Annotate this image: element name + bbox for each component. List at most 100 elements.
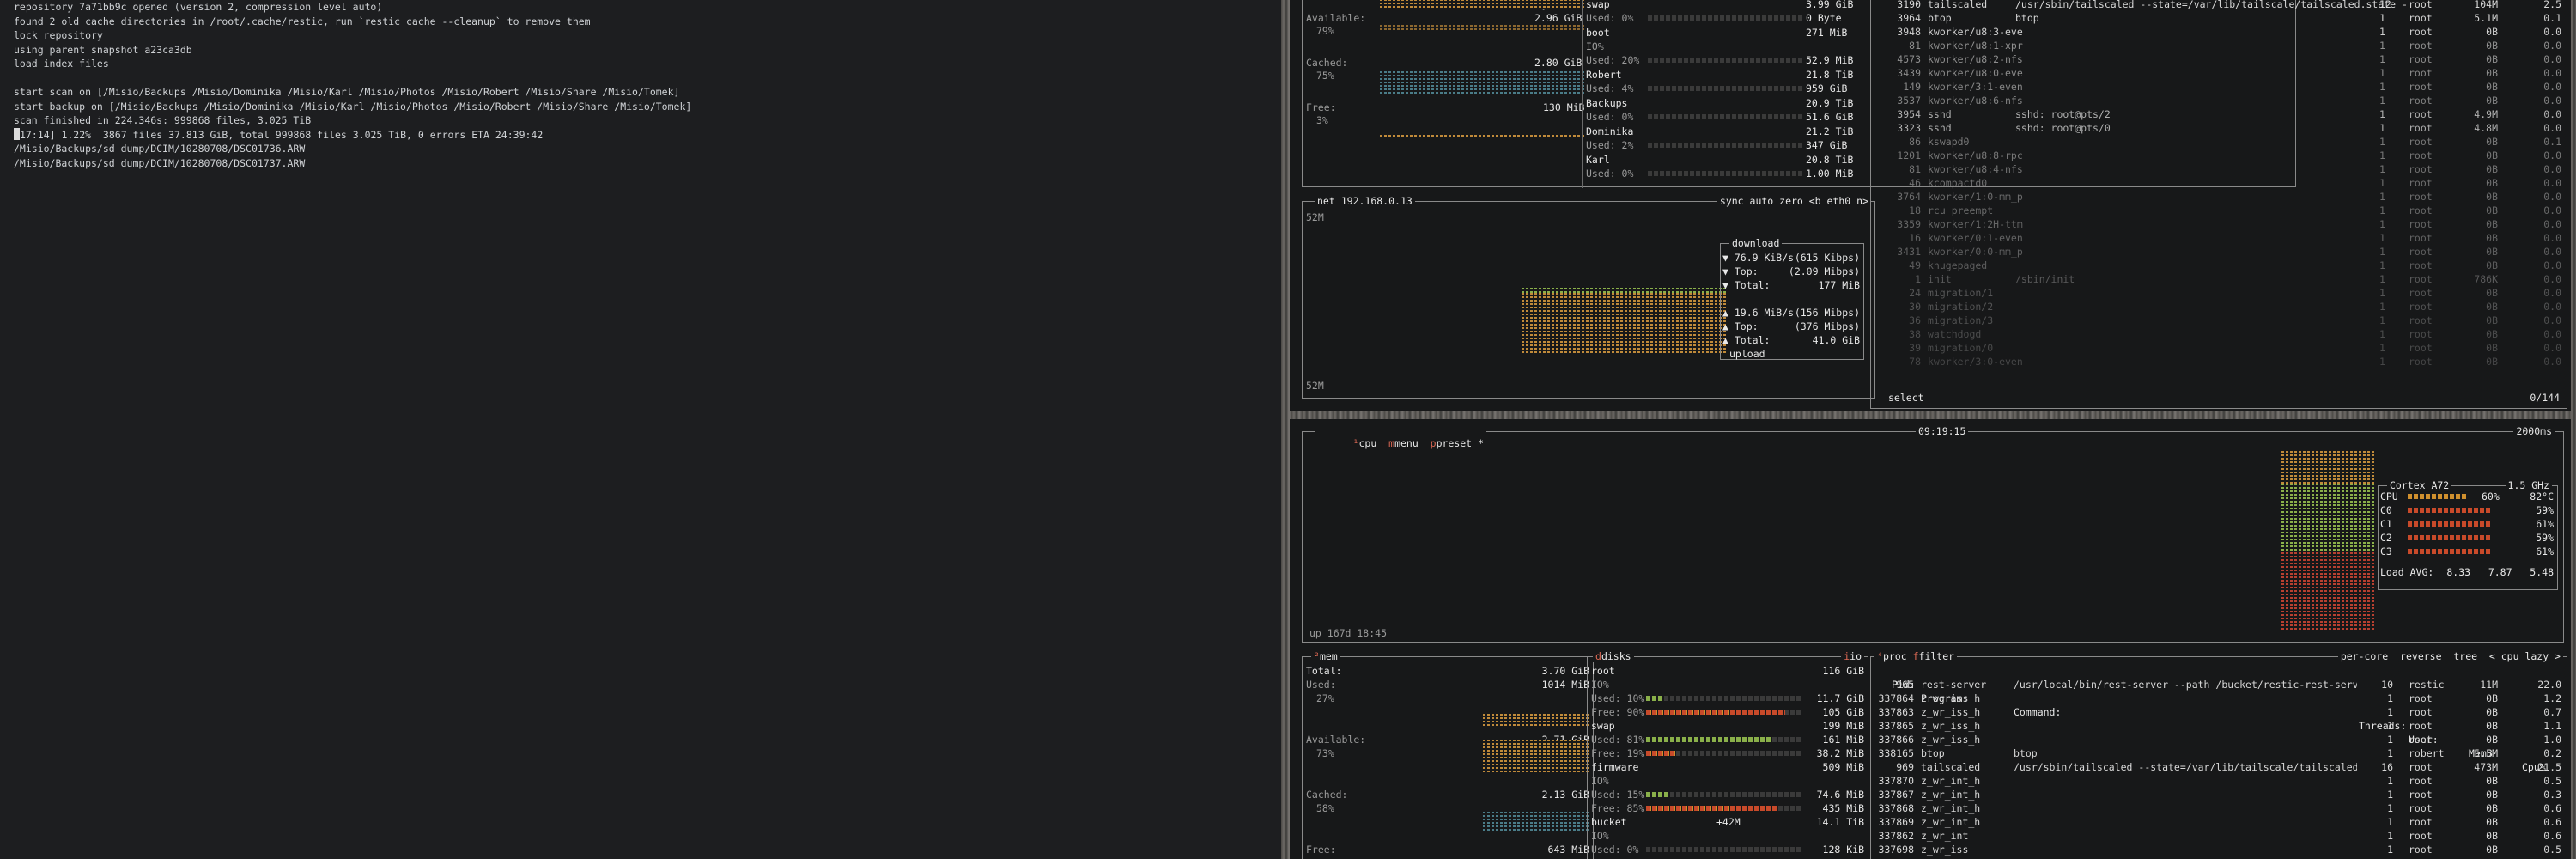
top-proc-row[interactable]: 1 init/sbin/init 1 root 786K 0.0: [1871, 272, 2568, 286]
top-proc-row[interactable]: 46 kcompactd0 1 root 0B 0.0: [1871, 176, 2568, 190]
proc-cpu: 0.1: [2543, 12, 2561, 24]
mem-free-label: Free:: [1306, 101, 1336, 113]
top-proc-row[interactable]: 18 rcu_preempt 1 root 0B 0.0: [1871, 204, 2568, 217]
cpu-tabs[interactable]: ¹cpu mmenu ppreset *: [1315, 425, 1486, 461]
proc-mem: 0B: [2486, 246, 2498, 258]
top-proc-row[interactable]: 86 kswapd0 1 root 0B 0.1: [1871, 135, 2568, 149]
top-proc-row[interactable]: 3359 kworker/1:2H-ttm 1 root 0B 0.0: [1871, 217, 2568, 231]
proc-user: root: [2409, 259, 2433, 271]
top-proc-row[interactable]: 3954 sshd sshd: root@pts/2 1 root 4.9M 0.0: [1871, 107, 2568, 121]
proc-row[interactable]: 337863 z_wr_iss_h 1 root 0B 0.7: [1871, 705, 2568, 719]
mem-cached-val2: 2.13 GiB: [1541, 789, 1589, 801]
proc-name: migration/1: [1928, 287, 1994, 299]
proc-threads: 1: [2379, 122, 2385, 134]
proc-user: root: [2409, 40, 2433, 52]
net-controls[interactable]: sync auto zero <b eth0 n>: [1716, 195, 1871, 207]
proc-row[interactable]: 965 rest-server/usr/local/bin/rest-server…: [1871, 678, 2568, 691]
proc-row[interactable]: 337868 z_wr_int_h 1 root 0B 0.6: [1871, 801, 2568, 815]
proc-row[interactable]: 338165 btop btop 1 robert 5.5M 0.2: [1871, 746, 2568, 760]
proc-name: kworker/u8:6-nfs: [1928, 94, 2023, 107]
btop-bottom-window[interactable]: ¹cpu mmenu ppreset * 09:19:15 2000ms up …: [1290, 419, 2571, 859]
cpu-interval[interactable]: 2000ms: [2513, 425, 2555, 437]
disk-size: 21.8 TiB: [1806, 69, 1854, 81]
top-proc-row[interactable]: 3431 kworker/0:0-mm_p 1 root 0B 0.0: [1871, 245, 2568, 259]
top-proc-row[interactable]: 49 khugepaged 1 root 0B 0.0: [1871, 259, 2568, 272]
disks-io[interactable]: io: [1850, 650, 1862, 662]
proc-mem: 0B: [2486, 67, 2498, 79]
proc-threads: 1: [2379, 232, 2385, 244]
proc-row[interactable]: 337864 z_wr_iss_h 1 root 0B 1.2: [1871, 691, 2568, 705]
mem-free-graph: [1380, 135, 1586, 138]
proc-mem: 0B: [2486, 720, 2498, 732]
proc-mem: 0B: [2486, 163, 2498, 175]
proc-mem: 0B: [2486, 706, 2498, 718]
proc-user: root: [2409, 816, 2433, 828]
proc-threads: 1: [2387, 692, 2393, 704]
proc-controls[interactable]: per-core reverse tree < cpu lazy >: [2337, 650, 2563, 662]
top-proc-row[interactable]: 38 watchdogd 1 root 0B 0.0: [1871, 327, 2568, 341]
terminal-file-line: /Misio/Backups/sd dump/DCIM/10280708/DSC…: [14, 143, 306, 155]
proc-name: kworker/0:1-even: [1928, 232, 2023, 244]
proc-row[interactable]: 337869 z_wr_int_h 1 root 0B 0.6: [1871, 815, 2568, 829]
proc-threads: 1: [2379, 26, 2385, 38]
proc-cpu: 2.5: [2543, 0, 2561, 10]
top-proc-row[interactable]: 4573 kworker/u8:2-nfs 1 root 0B 0.0: [1871, 52, 2568, 66]
tab-menu[interactable]: menu: [1394, 437, 1419, 449]
proc-row[interactable]: 337698 z_wr_iss 1 root 0B 0.5: [1871, 843, 2568, 856]
top-proc-row[interactable]: 81 kworker/u8:1-xpr 1 root 0B 0.0: [1871, 39, 2568, 52]
top-proc-row[interactable]: 78 kworker/3:0-even 1 root 0B 0.0: [1871, 355, 2568, 369]
proc-row[interactable]: 337867 z_wr_int_h 1 root 0B 0.3: [1871, 788, 2568, 801]
proc-pid: 78: [1909, 356, 1921, 368]
top-proc-row[interactable]: 149 kworker/3:1-even 1 root 0B 0.0: [1871, 80, 2568, 94]
proc-name: z_wr_iss_h: [1921, 734, 1981, 746]
proc-name: btop: [1928, 12, 1952, 24]
top-proc-row[interactable]: 24 migration/1 1 root 0B 0.0: [1871, 286, 2568, 300]
disk-name: Dominika: [1586, 125, 1634, 137]
proc-row[interactable]: 337865 z_wr_iss_h 1 root 0B 1.1: [1871, 719, 2568, 733]
proc-threads: 1: [2379, 328, 2385, 340]
proc-cpu: 0.0: [2543, 122, 2561, 134]
top-proc-row[interactable]: 3964 btop btop 1 root 5.1M 0.1: [1871, 11, 2568, 25]
top-proc-row[interactable]: 3948 kworker/u8:3-eve 1 root 0B 0.0: [1871, 25, 2568, 39]
net-download-graph: [1522, 288, 1728, 293]
top-proc-row[interactable]: 3439 kworker/u8:0-eve 1 root 0B 0.0: [1871, 66, 2568, 80]
top-proc-row[interactable]: 3764 kworker/1:0-mm_p 1 root 0B 0.0: [1871, 190, 2568, 204]
proc-title: proc: [1882, 650, 1907, 662]
proc-select-label[interactable]: select: [1888, 391, 1924, 405]
top-proc-row[interactable]: 1201 kworker/u8:8-rpc 1 root 0B 0.0: [1871, 149, 2568, 162]
proc-cpu: 0.6: [2543, 816, 2561, 828]
restic-terminal[interactable]: repository 7a71bb9c opened (version 2, c…: [0, 0, 1281, 859]
proc-row[interactable]: 337862 z_wr_int 1 root 0B 0.6: [1871, 829, 2568, 843]
proc-row[interactable]: 337866 z_wr_iss_h 1 root 0B 1.0: [1871, 733, 2568, 746]
top-proc-row[interactable]: 30 migration/2 1 root 0B 0.0: [1871, 300, 2568, 314]
proc-cpu: 1.1: [2543, 720, 2561, 732]
top-proc-row[interactable]: 3190 tailscaled/usr/sbin/tailscaled --sta…: [1871, 0, 2568, 11]
btop-top-window[interactable]: Available: 79% 2.96 GiB 0 Byte Cached: 7…: [1290, 0, 2571, 411]
proc-cpu: 1.2: [2543, 692, 2561, 704]
tab-preset[interactable]: preset *: [1437, 437, 1484, 449]
top-proc-row[interactable]: 36 migration/3 1 root 0B 0.0: [1871, 314, 2568, 327]
top-proc-row[interactable]: 3537 kworker/u8:6-nfs 1 root 0B 0.0: [1871, 94, 2568, 107]
top-proc-row[interactable]: 16 kworker/0:1-even 1 root 0B 0.0: [1871, 231, 2568, 245]
mem-avail-graph: [1483, 740, 1589, 772]
proc-cpu: 0.5: [2543, 775, 2561, 787]
mem-used-val: 1014 MiB: [1541, 679, 1589, 691]
disk-io: IO%: [1586, 40, 1604, 52]
top-proc-row[interactable]: 81 kworker/u8:4-nfs 1 root 0B 0.0: [1871, 162, 2568, 176]
proc-pid: 337865: [1878, 720, 1914, 732]
top-proc-row[interactable]: 39 migration/0 1 root 0B 0.0: [1871, 341, 2568, 355]
proc-row[interactable]: 337870 z_wr_int_h 1 root 0B 0.5: [1871, 774, 2568, 788]
proc-cpu: 0.6: [2543, 830, 2561, 842]
tab-cpu[interactable]: cpu: [1358, 437, 1376, 449]
top-proc-row[interactable]: 3323 sshd sshd: root@pts/0 1 root 4.8M 0.0: [1871, 121, 2568, 135]
proc-cpu: 0.0: [2543, 40, 2561, 52]
proc-row[interactable]: 969 tailscaled/usr/sbin/tailscaled --stat…: [1871, 760, 2568, 774]
cpu-cores-box: Cortex A72 1.5 GHz CPU 60% 82°C C0 59% C1 61% C…: [2378, 479, 2558, 590]
net-ul-total: ▲ Total:: [1722, 334, 1771, 346]
proc-filter[interactable]: filter: [1919, 650, 1955, 662]
proc-pid: 337867: [1878, 789, 1914, 801]
net-stats-box: download ▼ 76.9 KiB/s (615 Kibps) ▼ Top:…: [1720, 237, 1864, 360]
proc-name: z_wr_iss_h: [1921, 720, 1981, 732]
proc-mem: 4.9M: [2474, 108, 2498, 120]
disk-size: 20.9 TiB: [1806, 97, 1854, 109]
